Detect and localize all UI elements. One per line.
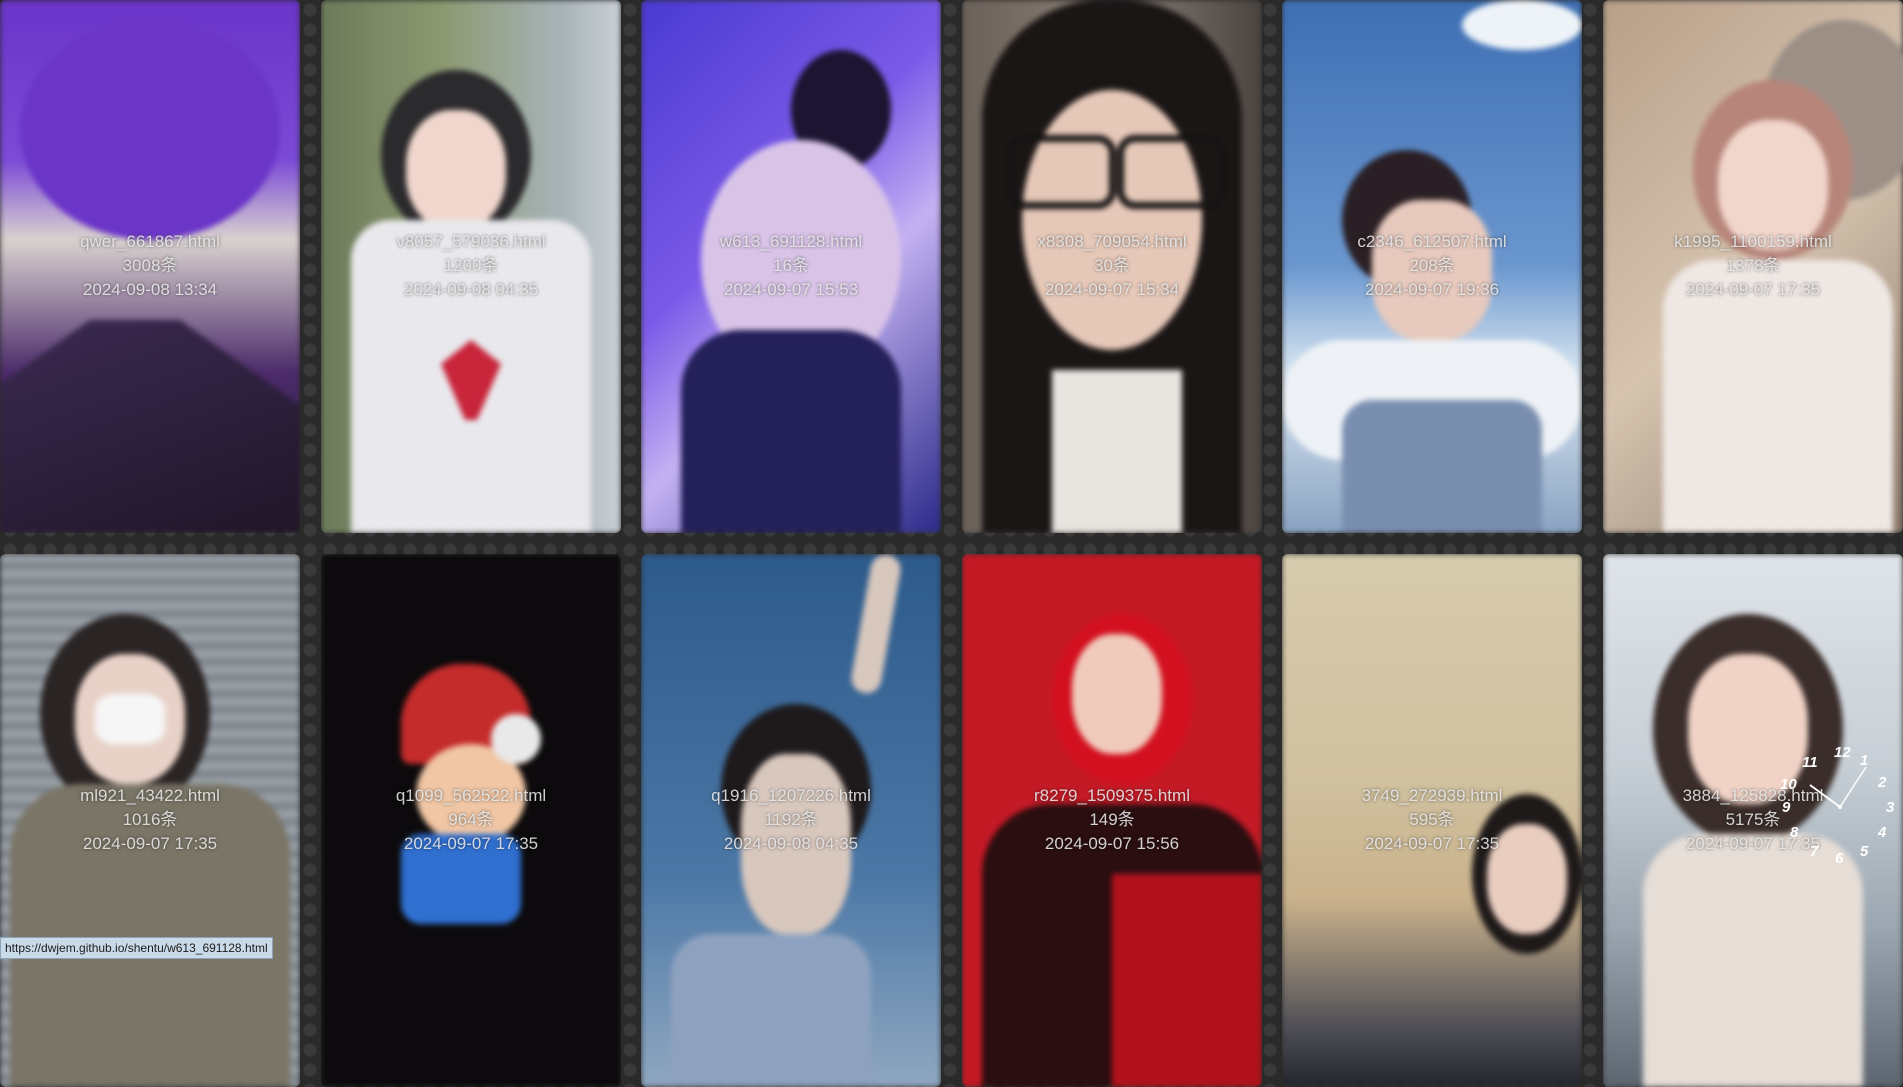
card-filename: q1916_1207226.html [711, 786, 871, 805]
clock-widget: 12 1 2 3 4 5 6 7 8 9 10 11 [1780, 744, 1895, 867]
card-filename: q1099_562522.html [395, 786, 547, 805]
clock-number: 7 [1810, 843, 1819, 860]
card-count: 1378条 [1725, 256, 1781, 275]
clock-number: 3 [1886, 799, 1895, 816]
card-filename: c2346_612507.html [1357, 232, 1507, 251]
gallery-card[interactable]: w613_691128.html 16条 2024-09-07 15:53 [641, 0, 941, 533]
card-meta: k1995_1100159.html 1378条 2024-09-07 17:3… [1603, 230, 1903, 302]
card-meta: 3749_272939.html 595条 2024-09-07 17:35 [1282, 784, 1582, 856]
card-meta: ml921_43422.html 1016条 2024-09-07 17:35 [0, 784, 300, 856]
card-meta: qwer_661867.html 3008条 2024-09-08 13:34 [0, 230, 300, 302]
card-count: 1192条 [764, 810, 818, 829]
card-filename: x8308_709054.html [1037, 232, 1187, 251]
clock-number: 1 [1860, 752, 1868, 769]
card-date: 2024-09-08 13:34 [82, 280, 218, 299]
clock-number: 2 [1877, 774, 1887, 791]
card-count: 208条 [1409, 256, 1455, 275]
card-count: 964条 [448, 810, 494, 829]
card-date: 2024-09-07 15:56 [1044, 834, 1180, 853]
card-filename: qwer_661867.html [80, 232, 220, 251]
card-date: 2024-09-07 17:35 [403, 834, 539, 853]
gallery-card[interactable]: k1995_1100159.html 1378条 2024-09-07 17:3… [1603, 0, 1903, 533]
card-date: 2024-09-07 15:53 [723, 280, 859, 299]
clock-minute-hand [1839, 766, 1867, 808]
card-count: 3008条 [122, 256, 178, 275]
gallery-grid: qwer_661867.html 3008条 2024-09-08 13:34 … [0, 0, 1903, 1087]
clock-number: 9 [1782, 799, 1791, 816]
card-date: 2024-09-07 15:34 [1044, 280, 1180, 299]
clock-hour-hand [1809, 784, 1841, 808]
card-count: 1200条 [443, 256, 499, 275]
gallery-card[interactable]: r8279_1509375.html 149条 2024-09-07 15:56 [962, 554, 1262, 1087]
card-filename: 3749_272939.html [1361, 786, 1503, 805]
card-meta: v8057_579036.html 1200条 2024-09-08 04:35 [321, 230, 621, 302]
clock-number: 12 [1834, 744, 1851, 761]
clock-number: 8 [1790, 824, 1799, 841]
card-date: 2024-09-07 17:35 [1364, 834, 1500, 853]
clock-number: 6 [1835, 850, 1844, 867]
card-date: 2024-09-08 04:35 [723, 834, 859, 853]
card-meta: r8279_1509375.html 149条 2024-09-07 15:56 [962, 784, 1262, 856]
card-meta: c2346_612507.html 208条 2024-09-07 19:36 [1282, 230, 1582, 302]
card-meta: q1099_562522.html 964条 2024-09-07 17:35 [321, 784, 621, 856]
gallery-card[interactable]: q1916_1207226.html 1192条 2024-09-08 04:3… [641, 554, 941, 1087]
card-count: 149条 [1089, 810, 1135, 829]
gallery-card[interactable]: qwer_661867.html 3008条 2024-09-08 13:34 [0, 0, 300, 533]
card-filename: w613_691128.html [719, 232, 863, 251]
gallery-card[interactable]: ml921_43422.html 1016条 2024-09-07 17:35 [0, 554, 300, 1087]
gallery-card[interactable]: q1099_562522.html 964条 2024-09-07 17:35 [321, 554, 621, 1087]
card-filename: ml921_43422.html [80, 786, 220, 805]
browser-status-bar: https://dwjem.github.io/shentu/w613_6911… [0, 937, 273, 959]
card-meta: x8308_709054.html 30条 2024-09-07 15:34 [962, 230, 1262, 302]
clock-number: 4 [1877, 824, 1887, 841]
clock-number: 11 [1802, 754, 1818, 771]
card-count: 16条 [773, 256, 809, 275]
card-count: 30条 [1094, 256, 1130, 275]
gallery-card[interactable]: x8308_709054.html 30条 2024-09-07 15:34 [962, 0, 1262, 533]
gallery-card[interactable]: c2346_612507.html 208条 2024-09-07 19:36 [1282, 0, 1582, 533]
card-filename: r8279_1509375.html [1034, 786, 1190, 805]
clock-number: 10 [1780, 776, 1797, 793]
card-date: 2024-09-07 17:35 [1685, 280, 1821, 299]
gallery-card[interactable]: v8057_579036.html 1200条 2024-09-08 04:35 [321, 0, 621, 533]
card-count: 1016条 [122, 810, 178, 829]
card-date: 2024-09-08 04:35 [403, 280, 539, 299]
card-date: 2024-09-07 17:35 [82, 834, 218, 853]
card-meta: w613_691128.html 16条 2024-09-07 15:53 [641, 230, 941, 302]
gallery-card[interactable]: 3749_272939.html 595条 2024-09-07 17:35 [1282, 554, 1582, 1087]
card-meta: q1916_1207226.html 1192条 2024-09-08 04:3… [641, 784, 941, 856]
clock-number: 5 [1860, 843, 1869, 860]
card-date: 2024-09-07 19:36 [1364, 280, 1500, 299]
card-filename: v8057_579036.html [396, 232, 546, 251]
card-count: 595条 [1409, 810, 1455, 829]
card-filename: k1995_1100159.html [1674, 232, 1832, 251]
